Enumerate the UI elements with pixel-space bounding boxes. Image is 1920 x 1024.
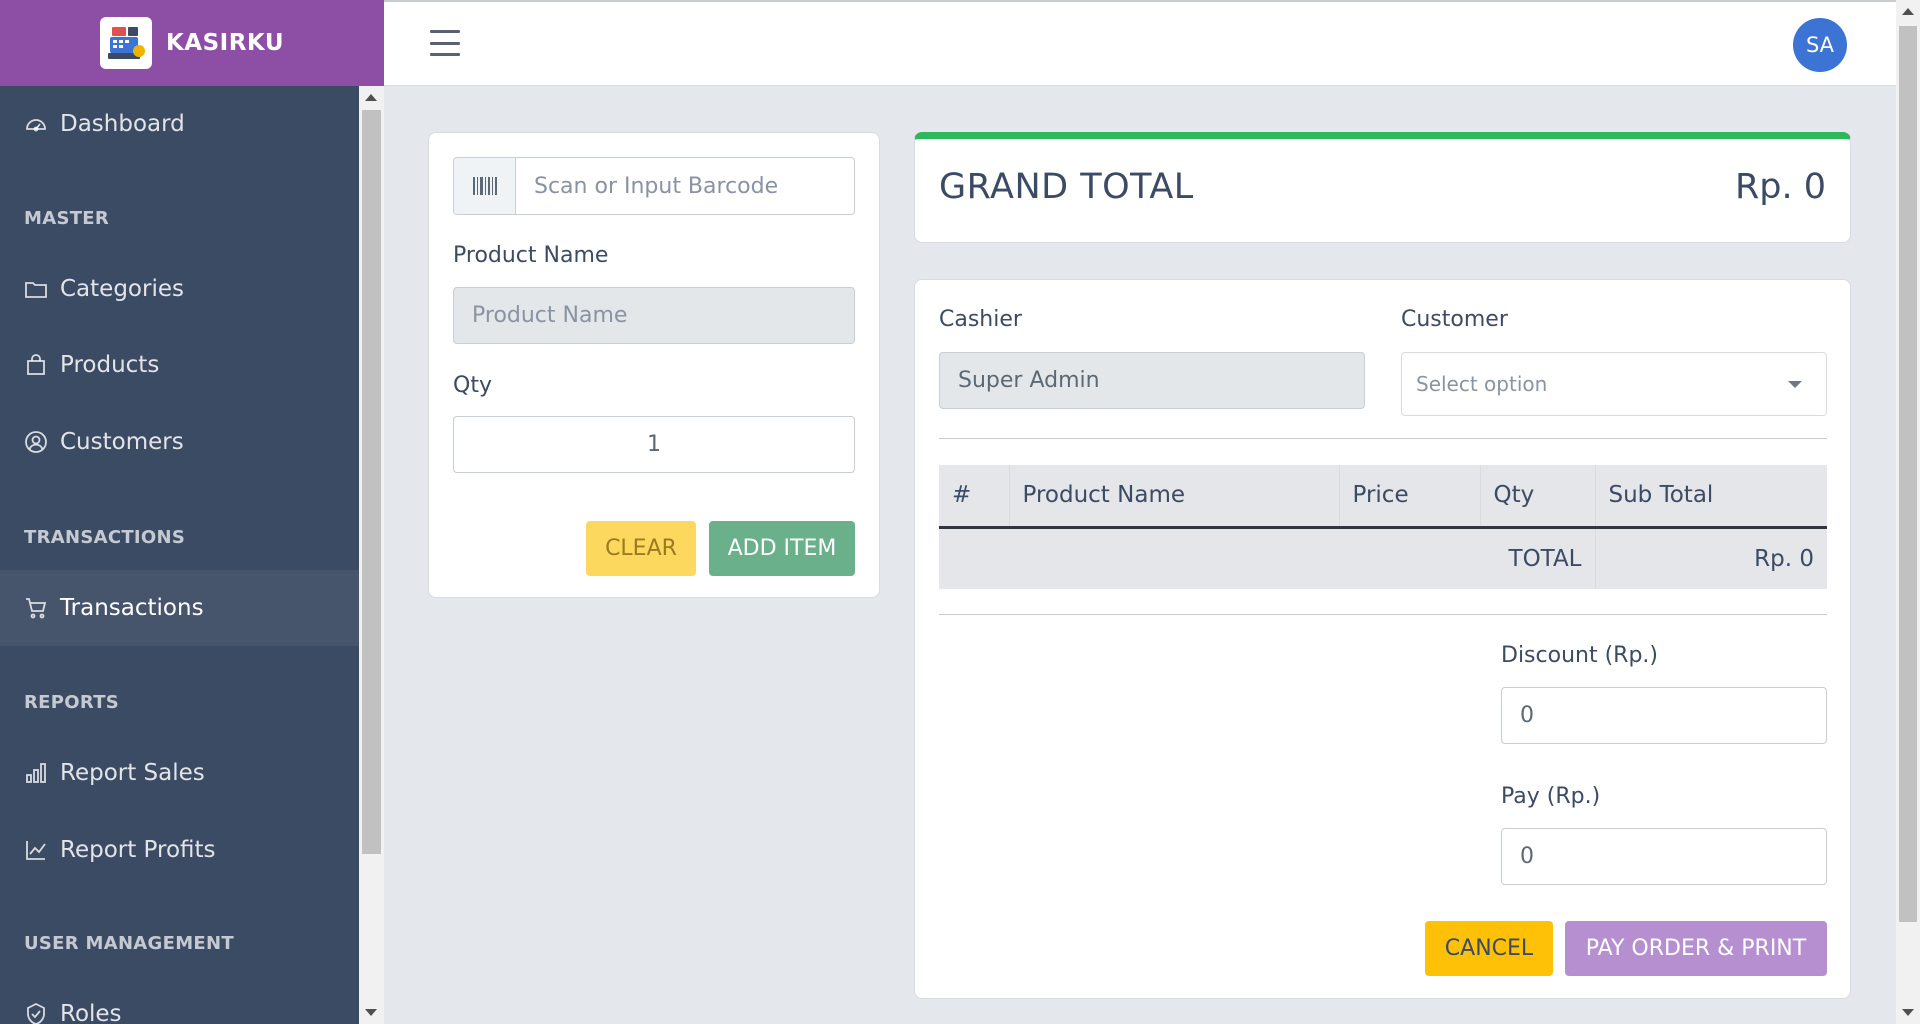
sidebar-section-master: MASTER xyxy=(24,208,110,229)
sidebar-item-dashboard[interactable]: Dashboard xyxy=(0,86,359,162)
shield-check-icon xyxy=(27,1002,45,1024)
grand-total-value: Rp. 0 xyxy=(1734,167,1826,207)
total-label: TOTAL xyxy=(939,527,1595,589)
sidebar-item-label: Customers xyxy=(60,429,184,455)
sidebar-item-report-sales[interactable]: Report Sales xyxy=(0,735,359,811)
customer-label: Customer xyxy=(1401,307,1508,332)
cart-icon xyxy=(26,598,47,619)
order-card: Cashier Super Admin Customer Select opti… xyxy=(914,279,1851,999)
user-avatar[interactable]: SA xyxy=(1793,18,1847,72)
table-total-row: TOTAL Rp. 0 xyxy=(939,527,1827,589)
menu-toggle-icon[interactable] xyxy=(430,30,460,56)
customer-select-value: Select option xyxy=(1416,372,1548,396)
sidebar-section-user-management: USER MANAGEMENT xyxy=(24,933,234,954)
top-header: SA xyxy=(384,0,1896,86)
sidebar-scroll-thumb[interactable] xyxy=(362,110,381,854)
sidebar-item-label: Report Sales xyxy=(60,760,205,786)
cancel-button[interactable]: CANCEL xyxy=(1425,921,1553,976)
qty-label: Qty xyxy=(453,373,492,398)
table-header-row: # Product Name Price Qty Sub Total xyxy=(939,465,1827,529)
speedometer-icon xyxy=(26,119,46,132)
divider xyxy=(939,614,1827,615)
sidebar: Dashboard MASTER Categories Products Cus… xyxy=(0,86,359,1024)
total-value: Rp. 0 xyxy=(1594,527,1827,589)
folder-icon xyxy=(25,282,47,298)
page-scrollbar[interactable] xyxy=(1896,0,1920,1024)
shopping-bag-icon xyxy=(27,354,45,375)
sidebar-item-roles[interactable]: Roles xyxy=(0,976,359,1024)
sidebar-item-label: Report Profits xyxy=(60,837,216,863)
grand-total-card: GRAND TOTAL Rp. 0 xyxy=(914,132,1851,243)
scroll-down-arrow-icon[interactable] xyxy=(1902,1009,1914,1016)
user-circle-icon xyxy=(25,431,47,453)
sidebar-item-categories[interactable]: Categories xyxy=(0,251,359,327)
sidebar-item-label: Dashboard xyxy=(60,111,185,137)
barcode-input[interactable] xyxy=(516,158,854,214)
brand[interactable]: KASIRKU xyxy=(0,0,384,86)
clear-button[interactable]: CLEAR xyxy=(586,521,696,576)
discount-input[interactable]: 0 xyxy=(1501,687,1827,744)
chevron-down-icon xyxy=(1788,381,1802,388)
pay-label: Pay (Rp.) xyxy=(1501,784,1601,809)
page-scroll-thumb[interactable] xyxy=(1899,26,1917,922)
sidebar-item-label: Transactions xyxy=(60,595,204,621)
divider xyxy=(939,438,1827,439)
bar-chart-icon xyxy=(26,763,46,783)
column-header-number: # xyxy=(939,465,1010,529)
sidebar-section-transactions: TRANSACTIONS xyxy=(24,527,186,548)
cash-register-icon xyxy=(99,17,152,69)
cashier-label: Cashier xyxy=(939,307,1022,332)
pay-order-print-button[interactable]: PAY ORDER & PRINT xyxy=(1565,921,1827,976)
sidebar-item-label: Products xyxy=(60,352,160,378)
sidebar-item-products[interactable]: Products xyxy=(0,327,359,403)
sidebar-item-report-profits[interactable]: Report Profits xyxy=(0,812,359,888)
sidebar-item-label: Roles xyxy=(60,1001,122,1024)
add-item-button[interactable]: ADD ITEM xyxy=(709,521,855,576)
sidebar-section-reports: REPORTS xyxy=(24,692,120,713)
sidebar-item-customers[interactable]: Customers xyxy=(0,404,359,480)
product-name-field: Product Name xyxy=(453,287,855,344)
sidebar-scrollbar[interactable] xyxy=(359,86,384,1024)
qty-input[interactable]: 1 xyxy=(453,416,855,473)
product-name-label: Product Name xyxy=(453,243,609,268)
grand-total-label: GRAND TOTAL xyxy=(939,167,1194,207)
column-header-price: Price xyxy=(1339,465,1481,529)
column-header-qty: Qty xyxy=(1480,465,1596,529)
line-chart-icon xyxy=(26,841,46,860)
scroll-down-arrow-icon[interactable] xyxy=(365,1009,377,1016)
pay-input[interactable]: 0 xyxy=(1501,828,1827,885)
brand-name: KASIRKU xyxy=(165,30,285,56)
barcode-icon xyxy=(454,158,516,214)
product-entry-card: Product Name Product Name Qty 1 CLEAR AD… xyxy=(428,132,880,598)
order-items-table: # Product Name Price Qty Sub Total TOTAL… xyxy=(939,465,1827,589)
sidebar-item-transactions[interactable]: Transactions xyxy=(0,570,359,646)
scroll-up-arrow-icon[interactable] xyxy=(1902,8,1914,15)
discount-label: Discount (Rp.) xyxy=(1501,643,1658,668)
cashier-field: Super Admin xyxy=(939,352,1365,409)
sidebar-item-label: Categories xyxy=(60,276,184,302)
customer-select[interactable]: Select option xyxy=(1401,352,1827,416)
scroll-up-arrow-icon[interactable] xyxy=(365,94,377,101)
barcode-input-group xyxy=(453,157,855,215)
column-header-sub-total: Sub Total xyxy=(1595,465,1827,529)
column-header-product-name: Product Name xyxy=(1009,465,1340,529)
